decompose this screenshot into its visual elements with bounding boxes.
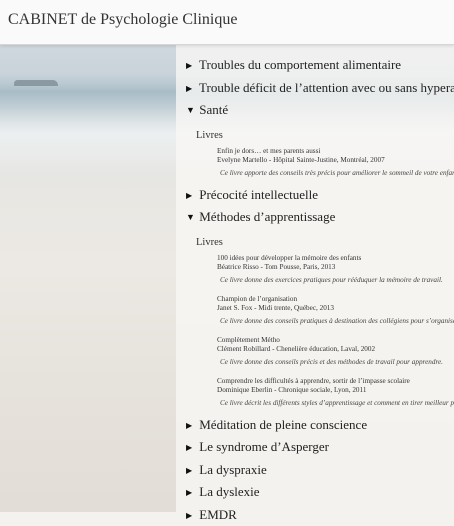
book-title: Enfin je dors… et mes parents aussi (217, 147, 454, 156)
arrow-right-icon: ▶ (186, 78, 196, 100)
topic-label: Santé (199, 102, 228, 117)
arrow-right-icon: ▶ (186, 185, 196, 207)
arrow-right-icon: ▶ (186, 55, 196, 77)
book-title: 100 idées pour développer la mémoire des… (217, 254, 454, 263)
book-description: Ce livre apporte des conseils très préci… (220, 169, 454, 178)
topic-meditation[interactable]: ▶ Méditation de pleine conscience (186, 414, 454, 437)
book-description: Ce livre donne des exercices pratiques p… (220, 276, 454, 285)
arrow-right-icon: ▶ (186, 505, 196, 526)
book-item: ● Comprendre les difficultés à apprendre… (217, 377, 454, 408)
topic-methodes[interactable]: ▼ Méthodes d’apprentissage (186, 206, 454, 229)
topic-precocite[interactable]: ▶ Précocité intellectuelle (186, 184, 454, 207)
topic-list: ▶ Troubles du comportement alimentaire ▶… (186, 54, 454, 526)
topic-dyspraxie[interactable]: ▶ La dyspraxie (186, 459, 454, 482)
site-header: CABINET de Psychologie Clinique (0, 0, 454, 45)
book-description: Ce livre donne des conseils précis et de… (220, 358, 454, 367)
topic-label: Précocité intellectuelle (199, 187, 318, 202)
book-author: Clément Robillard - Chenelière éducation… (217, 345, 454, 354)
section-heading-livres: Livres (196, 237, 454, 248)
book-author: Janet S. Fox - Midi trente, Québec, 2013 (217, 304, 454, 313)
topic-label: EMDR (199, 507, 237, 522)
site-title[interactable]: CABINET de Psychologie Clinique (8, 11, 237, 29)
arrow-right-icon: ▶ (186, 415, 196, 437)
book-title: Champion de l’organisation (217, 295, 454, 304)
topic-label: La dyslexie (199, 484, 259, 499)
arrow-right-icon: ▶ (186, 437, 196, 459)
arrow-right-icon: ▶ (186, 482, 196, 504)
topic-label: La dyspraxie (199, 462, 267, 477)
book-author: Dominique Eberlin - Chronique sociale, L… (217, 386, 454, 395)
sante-books: Livres ● Enfin je dors… et mes parents a… (186, 130, 454, 178)
topic-label: Troubles du comportement alimentaire (199, 57, 401, 72)
topic-label: Le syndrome d’Asperger (199, 439, 329, 454)
topic-emdr[interactable]: ▶ EMDR (186, 504, 454, 526)
book-item: ● Enfin je dors… et mes parents aussi Ev… (217, 147, 454, 178)
book-item: ● Complètement Métho Clément Robillard -… (217, 336, 454, 367)
topic-sante[interactable]: ▼ Santé (186, 99, 454, 122)
topic-adhd[interactable]: ▶ Trouble déficit de l’attention avec ou… (186, 77, 454, 100)
topic-label: Trouble déficit de l’attention avec ou s… (199, 80, 454, 95)
methodes-books: Livres ● 100 idées pour développer la mé… (186, 237, 454, 408)
book-description: Ce livre donne des conseils pratiques à … (220, 317, 454, 326)
book-description: Ce livre décrit les différents styles d’… (220, 399, 454, 408)
book-author: Béatrice Risso - Tom Pousse, Paris, 2013 (217, 263, 454, 272)
topic-asperger[interactable]: ▶ Le syndrome d’Asperger (186, 436, 454, 459)
topic-dyslexie[interactable]: ▶ La dyslexie (186, 481, 454, 504)
book-title: Comprendre les difficultés à apprendre, … (217, 377, 454, 386)
island-silhouette (14, 80, 58, 86)
book-author: Evelyne Martello - Hôpital Sainte-Justin… (217, 156, 454, 165)
topic-eating-disorders[interactable]: ▶ Troubles du comportement alimentaire (186, 54, 454, 77)
topic-label: Méditation de pleine conscience (199, 417, 367, 432)
arrow-down-icon: ▼ (186, 206, 196, 229)
book-title: Complètement Métho (217, 336, 454, 345)
arrow-right-icon: ▶ (186, 460, 196, 482)
book-item: ● 100 idées pour développer la mémoire d… (217, 254, 454, 285)
section-heading-livres: Livres (196, 130, 454, 141)
topic-label: Méthodes d’apprentissage (199, 209, 335, 224)
arrow-down-icon: ▼ (186, 99, 196, 122)
book-item: ● Champion de l’organisation Janet S. Fo… (217, 295, 454, 326)
